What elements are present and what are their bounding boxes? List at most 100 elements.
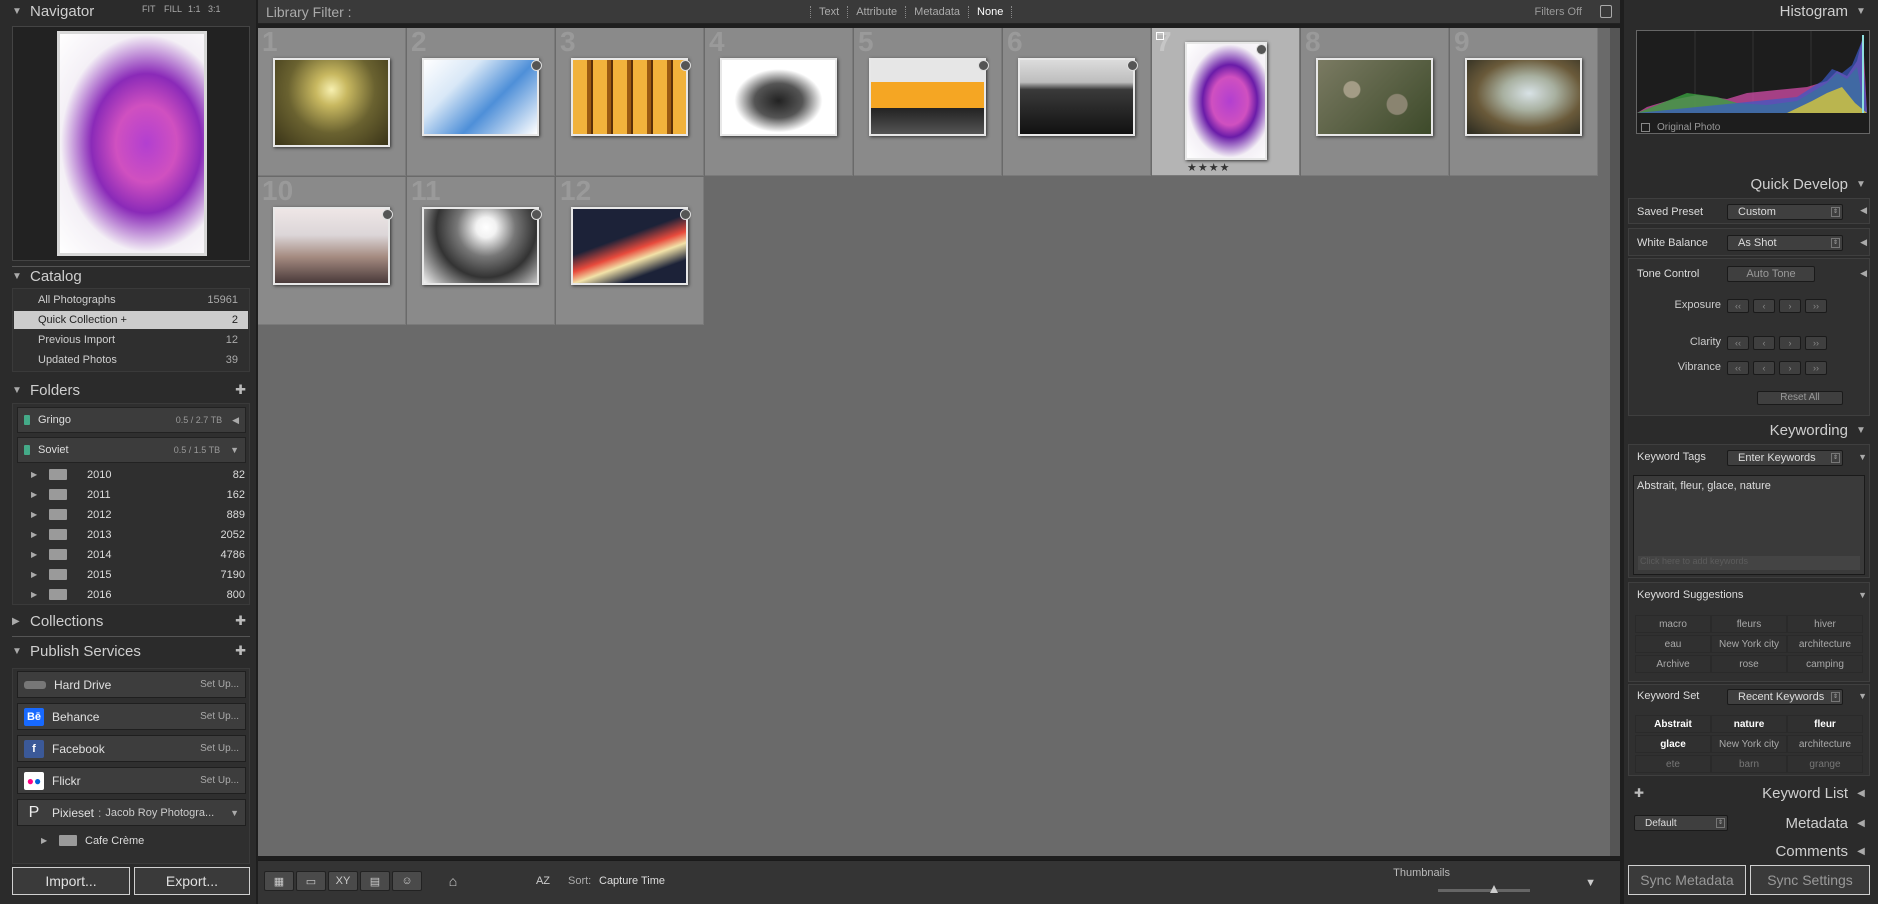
catalog-item-quick-collection[interactable]: Quick Collection + 2 — [14, 311, 248, 329]
keyword-set-item[interactable]: architecture — [1787, 735, 1863, 753]
keywords-textarea[interactable]: Abstrait, fleur, glace, nature Click her… — [1633, 475, 1865, 575]
grid-cell[interactable]: 9 — [1450, 26, 1598, 176]
chevron-down-icon[interactable]: ▼ — [230, 808, 239, 818]
comments-header[interactable]: Comments ◀ — [1628, 843, 1870, 859]
expand-triangle-icon[interactable]: ▶ — [31, 550, 49, 559]
thumbnail-image[interactable] — [1465, 58, 1582, 136]
clarity-decrease-small[interactable]: ‹ — [1753, 336, 1775, 350]
expand-triangle-icon[interactable]: ▶ — [31, 470, 49, 479]
keyword-set-item[interactable]: grange — [1787, 755, 1863, 773]
expand-triangle-icon[interactable]: ▶ — [31, 490, 49, 499]
sort-dropdown[interactable]: Capture Time — [599, 875, 665, 887]
metadata-preset-dropdown[interactable]: Default ⇕ — [1634, 815, 1728, 831]
grid-cell[interactable]: 4 — [705, 26, 853, 176]
expand-left-triangle-icon[interactable]: ◀ — [1860, 237, 1867, 248]
collapse-triangle-icon[interactable]: ▼ — [1858, 691, 1867, 701]
catalog-item-previous-import[interactable]: Previous Import 12 — [14, 331, 248, 349]
publish-service-flickr[interactable]: ● ● Flickr Set Up... — [17, 767, 246, 794]
expand-triangle-icon[interactable]: ▶ — [31, 530, 49, 539]
thumbnail-image[interactable] — [422, 58, 539, 136]
collections-header[interactable]: ▶ Collections ✚ — [12, 610, 250, 632]
original-photo-checkbox[interactable] — [1641, 123, 1650, 132]
vibrance-decrease-large[interactable]: ‹‹ — [1727, 361, 1749, 375]
keyword-set-dropdown[interactable]: Recent Keywords ⇕ — [1727, 689, 1843, 705]
sync-settings-button[interactable]: Sync Settings — [1750, 865, 1870, 895]
thumbnail-image[interactable] — [571, 207, 688, 285]
thumbnail-image[interactable] — [422, 207, 539, 285]
thumbnail-image[interactable] — [1185, 42, 1267, 160]
star-rating[interactable]: ★★★★ — [1187, 161, 1230, 174]
filter-tab-none[interactable]: None — [968, 5, 1013, 18]
exposure-increase-small[interactable]: › — [1779, 299, 1801, 313]
catalog-item-updated-photos[interactable]: Updated Photos 39 — [14, 351, 248, 369]
survey-view-icon[interactable]: ▤ — [360, 871, 390, 891]
folder-2015[interactable]: ▶ 2015 7190 — [31, 565, 251, 584]
expand-triangle-icon[interactable]: ▶ — [31, 570, 49, 579]
flag-badge-icon[interactable] — [382, 209, 393, 220]
keyword-suggestion[interactable]: hiver — [1787, 615, 1863, 633]
folder-2013[interactable]: ▶ 2013 2052 — [31, 525, 251, 544]
publish-service-facebook[interactable]: f Facebook Set Up... — [17, 735, 246, 762]
compare-view-icon[interactable]: XY — [328, 871, 358, 891]
flag-badge-icon[interactable] — [680, 209, 691, 220]
filter-tab-metadata[interactable]: Metadata — [905, 5, 968, 18]
navigator-header[interactable]: ▼ Navigator FIT FILL 1:1 3:1 — [12, 0, 250, 22]
folder-2014[interactable]: ▶ 2014 4786 — [31, 545, 251, 564]
export-button[interactable]: Export... — [134, 867, 250, 895]
keyword-suggestion[interactable]: camping — [1787, 655, 1863, 673]
grid-cell[interactable]: 2 — [407, 26, 555, 176]
grid-cell[interactable]: 8 — [1301, 26, 1449, 176]
folder-2012[interactable]: ▶ 2012 889 — [31, 505, 251, 524]
thumbnail-image[interactable] — [1316, 58, 1433, 136]
vibrance-increase-large[interactable]: ›› — [1805, 361, 1827, 375]
toolbar-menu-chevron-icon[interactable]: ▼ — [1585, 877, 1596, 889]
catalog-header[interactable]: ▼ Catalog — [12, 265, 250, 287]
keyword-suggestion[interactable]: Archive — [1635, 655, 1711, 673]
add-collection-icon[interactable]: ✚ — [235, 613, 246, 629]
publish-service-pixieset[interactable]: P Pixieset : Jacob Roy Photogra... ▼ — [17, 799, 246, 826]
grid-cell[interactable]: 6 — [1003, 26, 1151, 176]
folder-2016[interactable]: ▶ 2016 800 — [31, 585, 251, 604]
exposure-decrease-large[interactable]: ‹‹ — [1727, 299, 1749, 313]
publish-collection-item[interactable]: ▶ Cafe Crème — [41, 831, 249, 850]
keyword-set-item[interactable]: glace — [1635, 735, 1711, 753]
keyword-suggestion[interactable]: rose — [1711, 655, 1787, 673]
import-button[interactable]: Import... — [12, 867, 130, 895]
add-publish-service-icon[interactable]: ✚ — [235, 643, 246, 659]
expand-left-triangle-icon[interactable]: ◀ — [1860, 268, 1867, 279]
thumbnail-size-slider[interactable] — [1438, 889, 1530, 892]
grid-scrollbar[interactable] — [1610, 28, 1620, 856]
add-keyword-icon[interactable]: ✚ — [1634, 786, 1644, 800]
collapse-triangle-icon[interactable]: ▼ — [1858, 452, 1867, 462]
auto-tone-button[interactable]: Auto Tone — [1727, 266, 1815, 282]
keyword-suggestion[interactable]: New York city — [1711, 635, 1787, 653]
expand-left-triangle-icon[interactable]: ◀ — [1860, 205, 1867, 216]
filter-tab-text[interactable]: Text — [810, 5, 847, 18]
white-balance-dropdown[interactable]: As Shot ⇕ — [1727, 235, 1843, 251]
filter-tab-attribute[interactable]: Attribute — [847, 5, 905, 18]
keyword-suggestion[interactable]: fleurs — [1711, 615, 1787, 633]
keyword-set-item[interactable]: New York city — [1711, 735, 1787, 753]
keyword-set-item[interactable]: barn — [1711, 755, 1787, 773]
publish-service-hard-drive[interactable]: Hard Drive Set Up... — [17, 671, 246, 698]
expand-triangle-icon[interactable]: ▶ — [31, 590, 49, 599]
grid-cell[interactable]: 3 — [556, 26, 704, 176]
setup-link[interactable]: Set Up... — [200, 711, 239, 722]
grid-cell-selected[interactable]: 7 ★★★★ — [1152, 26, 1300, 176]
zoom-1-1[interactable]: 1:1 — [188, 4, 201, 14]
grid-cell[interactable]: 12 — [556, 175, 704, 325]
clarity-increase-small[interactable]: › — [1779, 336, 1801, 350]
reset-all-button[interactable]: Reset All — [1757, 391, 1843, 405]
thumbnail-image[interactable] — [720, 58, 837, 136]
volume-gringo[interactable]: Gringo 0.5 / 2.7 TB ◀ — [17, 407, 246, 433]
grid-cell[interactable]: 5 — [854, 26, 1002, 176]
collapse-triangle-icon[interactable]: ▼ — [1858, 590, 1867, 600]
flag-badge-icon[interactable] — [531, 60, 542, 71]
histogram-header[interactable]: Histogram ▼ — [1628, 0, 1870, 22]
setup-link[interactable]: Set Up... — [200, 775, 239, 786]
flag-badge-icon[interactable] — [531, 209, 542, 220]
slider-thumb-icon[interactable] — [1490, 885, 1498, 893]
keyword-suggestion[interactable]: macro — [1635, 615, 1711, 633]
navigator-preview[interactable] — [12, 26, 250, 261]
clarity-decrease-large[interactable]: ‹‹ — [1727, 336, 1749, 350]
